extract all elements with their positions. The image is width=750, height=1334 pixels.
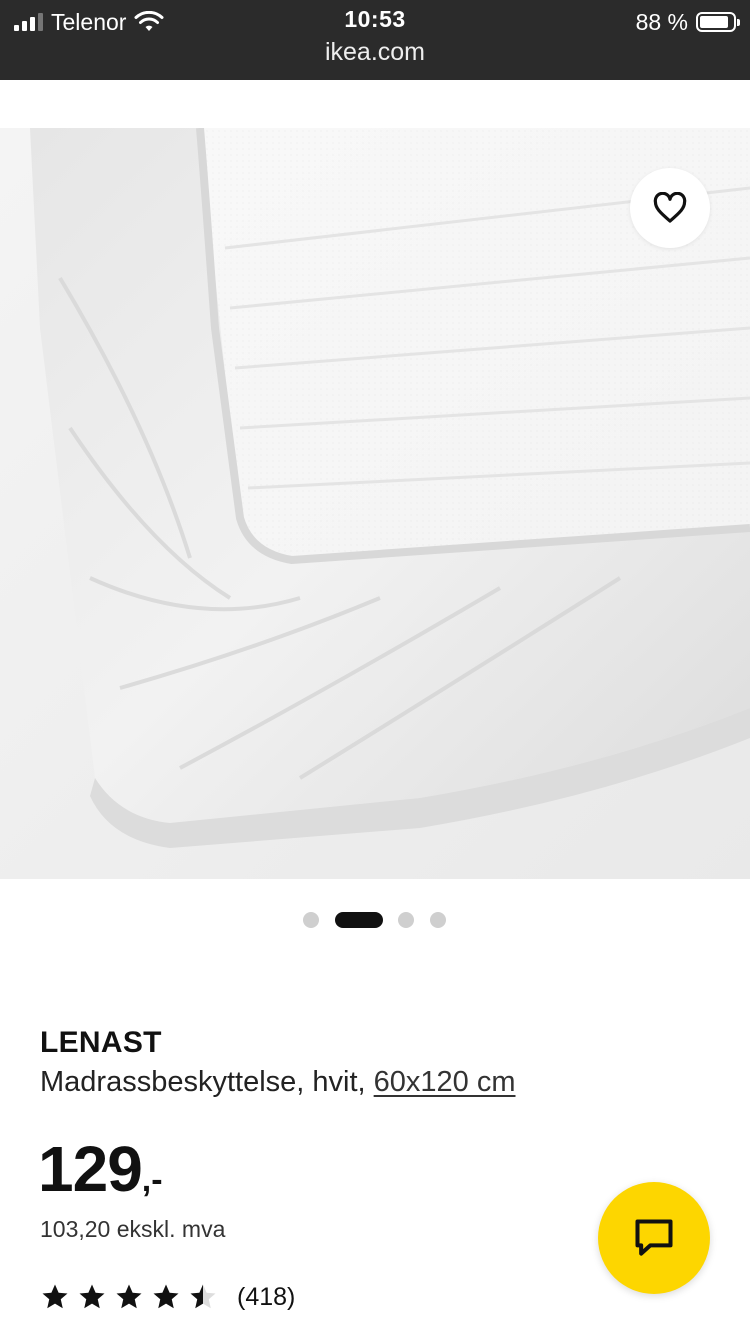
review-count[interactable]: (418): [237, 1283, 295, 1312]
product-image[interactable]: [0, 128, 750, 879]
mattress-protector-photo: [0, 128, 750, 879]
heart-icon: [653, 192, 687, 223]
price-suffix: ,-: [141, 1161, 163, 1199]
gallery-dot[interactable]: [303, 912, 319, 928]
star-icon: [116, 1284, 142, 1309]
size-link[interactable]: 60x120 cm: [374, 1066, 516, 1098]
gallery-dot-active[interactable]: [335, 912, 383, 928]
product-type: Madrassbeskyttelse, hvit,: [40, 1066, 374, 1098]
url-bar[interactable]: ikea.com: [0, 38, 750, 67]
battery-icon: [696, 12, 740, 32]
price-value: 129: [38, 1133, 143, 1205]
status-right: 88 %: [635, 8, 740, 36]
chat-icon: [635, 1219, 673, 1256]
product-price: 129,-: [38, 1132, 163, 1206]
price-excl-vat: 103,20 ekskl. mva: [40, 1216, 226, 1242]
star-icon: [42, 1284, 68, 1309]
favorite-button[interactable]: [630, 168, 710, 248]
gallery-dot[interactable]: [398, 912, 414, 928]
battery-percentage: 88 %: [635, 8, 688, 35]
product-description: Madrassbeskyttelse, hvit, 60x120 cm: [40, 1066, 516, 1099]
product-brand: LENAST: [40, 1026, 162, 1059]
gallery-dot[interactable]: [430, 912, 446, 928]
gallery-pagination: [0, 910, 750, 928]
chat-button[interactable]: [598, 1182, 710, 1294]
browser-status-bar: Telenor 10:53 ikea.com 88 %: [0, 0, 750, 80]
half-star-icon: [190, 1284, 216, 1309]
star-icon: [153, 1284, 179, 1309]
rating[interactable]: (418): [40, 1280, 295, 1314]
star-icon: [79, 1284, 105, 1309]
